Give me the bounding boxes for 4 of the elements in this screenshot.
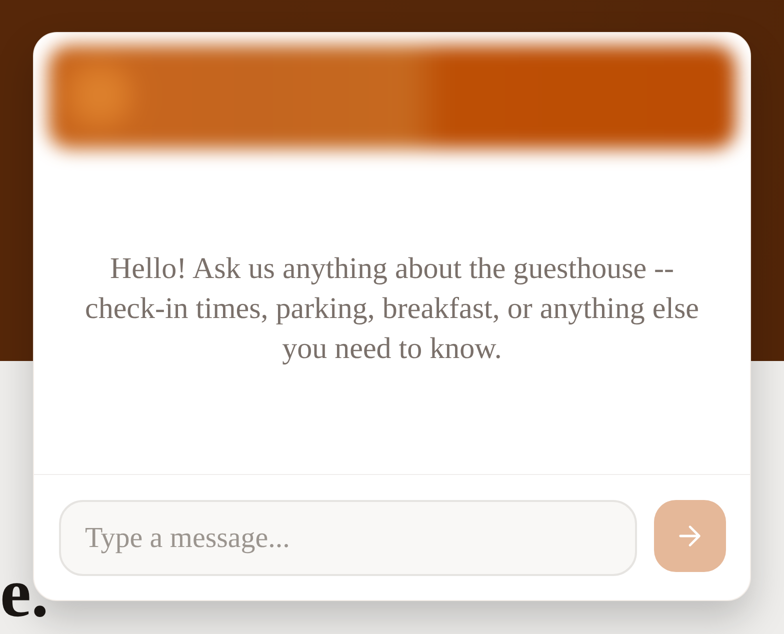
- greeting-message: Hello! Ask us anything about the guesthouse -- check-in times, parking, breakfast, or anything else you need to know.: [84, 250, 700, 366]
- message-input[interactable]: Type a message...: [59, 500, 637, 576]
- heading-text: e.: [0, 566, 49, 622]
- arrow-right-icon: [679, 525, 701, 547]
